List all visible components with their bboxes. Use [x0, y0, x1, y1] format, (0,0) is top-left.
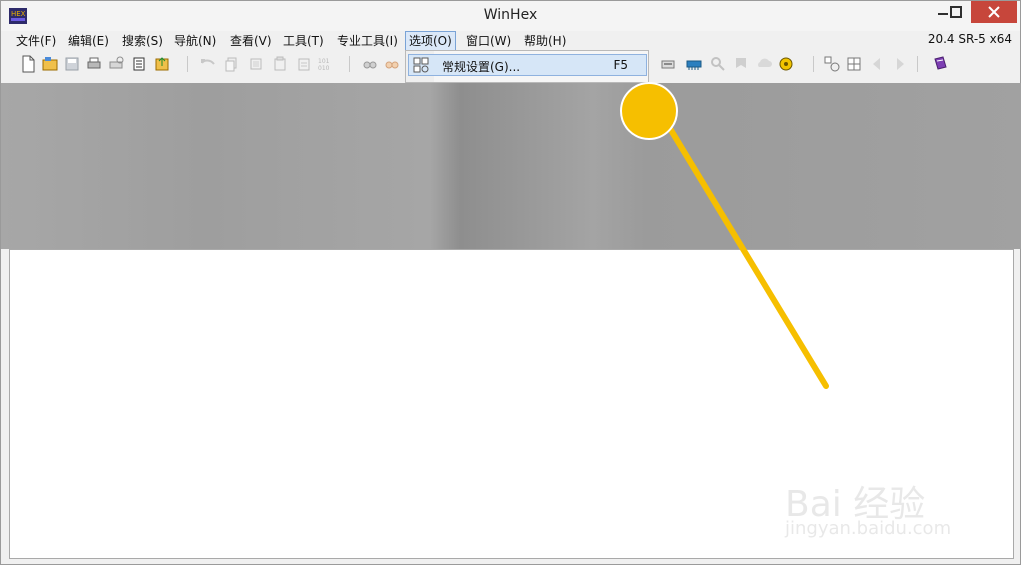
print-preview-icon[interactable]	[107, 55, 125, 73]
menu-help[interactable]: 帮助(H)	[521, 32, 569, 50]
close-button[interactable]	[971, 1, 1017, 23]
title-bar: HEX WinHex	[1, 1, 1020, 31]
menu-window[interactable]: 窗口(W)	[463, 32, 514, 50]
save-icon[interactable]	[63, 55, 81, 73]
settings-icon[interactable]	[777, 55, 795, 73]
menu-tools[interactable]: 工具(T)	[280, 32, 327, 50]
window-title: WinHex	[483, 7, 538, 23]
baidu-watermark: Bai 经验 jingyan.baidu.com	[785, 455, 990, 550]
export-icon[interactable]	[153, 55, 171, 73]
copy-icon[interactable]	[223, 55, 241, 73]
svg-text:010: 010	[318, 65, 330, 72]
menu-file[interactable]: 文件(F)	[13, 32, 59, 50]
general-settings-shortcut: F5	[613, 58, 628, 72]
open-folder-icon[interactable]	[41, 55, 59, 73]
bookmark-icon[interactable]	[732, 55, 750, 73]
binoculars-icon[interactable]	[361, 55, 379, 73]
new-file-icon[interactable]	[19, 55, 37, 73]
blurred-region	[1, 83, 1021, 249]
close-icon	[988, 6, 1000, 18]
cloud-icon[interactable]	[755, 55, 773, 73]
toolbar-separator-2	[349, 56, 350, 72]
menu-view[interactable]: 查看(V)	[227, 32, 275, 50]
version-label: 20.4 SR-5 x64	[927, 32, 1012, 46]
toolbar-separator-4	[917, 56, 918, 72]
general-settings-icon	[413, 57, 429, 73]
options-dropdown: 常规设置(G)... F5	[405, 50, 649, 83]
zoom-icon[interactable]	[709, 55, 727, 73]
svg-text:101: 101	[318, 58, 330, 65]
general-settings-label: 常规设置(G)...	[442, 60, 521, 74]
menu-edit[interactable]: 编辑(E)	[65, 32, 112, 50]
replace-icon[interactable]	[383, 55, 401, 73]
paste-icon[interactable]	[271, 55, 289, 73]
toolbar-separator	[187, 56, 188, 72]
menu-search[interactable]: 搜索(S)	[119, 32, 166, 50]
binary-icon[interactable]: 101010	[317, 55, 335, 73]
maximize-icon	[950, 6, 962, 18]
ram-icon[interactable]	[685, 55, 703, 73]
help-book-icon[interactable]	[931, 55, 949, 73]
paste-block-icon[interactable]	[295, 55, 313, 73]
general-settings-item[interactable]: 常规设置(G)... F5	[408, 54, 647, 76]
watermark-url: jingyan.baidu.com	[785, 518, 952, 539]
menu-bar: 文件(F) 编辑(E) 搜索(S) 导航(N) 查看(V) 工具(T) 专业工具…	[9, 31, 1014, 51]
undo-icon[interactable]	[199, 55, 217, 73]
properties-icon[interactable]	[130, 55, 148, 73]
menu-pro-tools[interactable]: 专业工具(I)	[334, 32, 401, 50]
menu-navigation[interactable]: 导航(N)	[171, 32, 219, 50]
grid-icon[interactable]	[845, 55, 863, 73]
print-icon[interactable]	[85, 55, 103, 73]
toolbar-separator-3	[813, 56, 814, 72]
options-icon[interactable]	[823, 55, 841, 73]
maximize-button[interactable]	[941, 1, 971, 23]
copy-block-icon[interactable]	[247, 55, 265, 73]
nav-back-icon[interactable]	[868, 55, 886, 73]
disk-icon[interactable]	[659, 55, 677, 73]
menu-options[interactable]: 选项(O)	[405, 31, 456, 51]
nav-forward-icon[interactable]	[891, 55, 909, 73]
